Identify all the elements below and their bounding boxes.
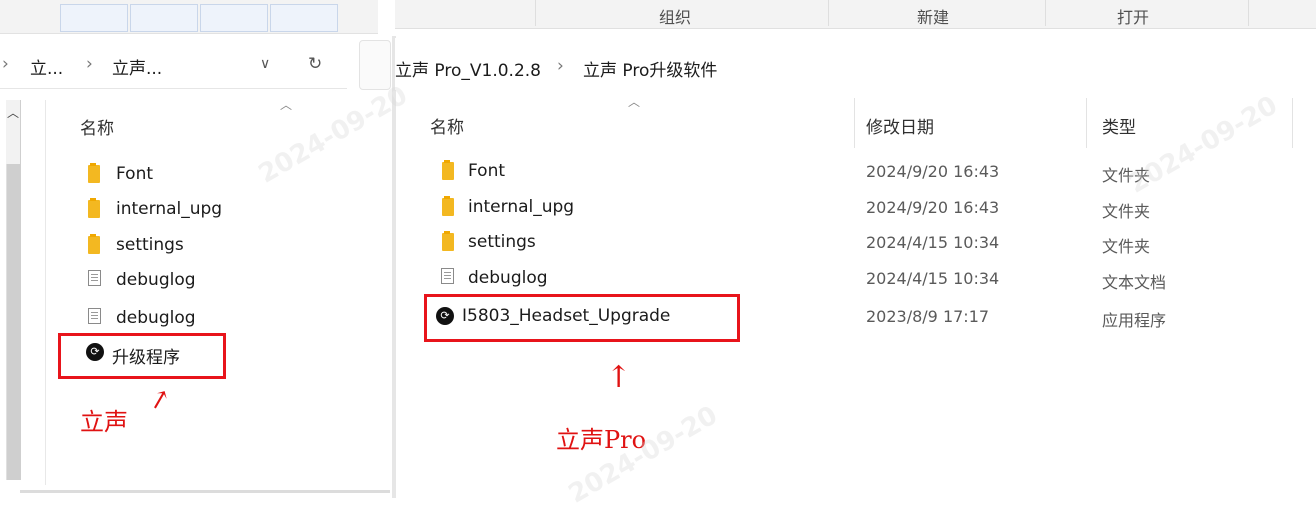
column-header-name[interactable]: 名称	[80, 114, 114, 139]
file-name[interactable]: debuglog	[116, 308, 196, 328]
file-type: 文件夹	[1102, 202, 1151, 221]
file-name[interactable]: settings	[468, 232, 536, 252]
column-header-name[interactable]: 名称	[430, 113, 464, 138]
chevron-up-icon: ︿	[7, 106, 20, 120]
column-separator	[1292, 98, 1293, 148]
chevron-down-icon[interactable]: ∨	[260, 56, 270, 72]
modified-date: 2024/9/20 16:43	[866, 162, 1000, 181]
right-command-bar: 组织 新建 打开	[395, 0, 1316, 29]
menu-organize[interactable]: 组织	[659, 4, 691, 28]
modified-date: 2024/9/20 16:43	[866, 198, 1000, 217]
annotation-label: 立声	[80, 408, 128, 436]
column-header-type[interactable]: 类型	[1102, 113, 1136, 138]
modified-date: 2023/8/9 17:17	[866, 307, 990, 326]
menu-new[interactable]: 新建	[917, 4, 949, 28]
left-pane-divider	[45, 100, 46, 485]
breadcrumb-item[interactable]: 立声...	[112, 54, 162, 79]
left-window-bottom-edge	[20, 490, 390, 493]
left-scrollbar-up[interactable]: ︿	[6, 100, 20, 164]
folder-icon	[442, 231, 454, 251]
file-name[interactable]: debuglog	[468, 268, 548, 288]
watermark: 2024-09-20	[563, 400, 723, 510]
column-separator	[1086, 98, 1087, 148]
sort-arrow-icon: ︿	[628, 95, 641, 109]
file-name[interactable]: Font	[116, 164, 153, 184]
text-document-icon	[88, 308, 101, 324]
sort-arrow-icon: ︿	[280, 98, 293, 112]
file-name[interactable]: debuglog	[116, 270, 196, 290]
watermark: 2024-09-20	[253, 80, 413, 190]
left-tab-placeholder[interactable]	[130, 4, 198, 32]
column-header-modified[interactable]: 修改日期	[866, 113, 934, 138]
search-box-edge[interactable]	[359, 40, 391, 90]
folder-icon	[88, 163, 100, 183]
folder-icon	[442, 196, 454, 216]
modified-date: 2024/4/15 10:34	[866, 269, 1000, 288]
watermark: 2024-09-20	[1123, 90, 1283, 200]
breadcrumb-item[interactable]: 立声 Pro_V1.0.2.8	[395, 56, 541, 81]
text-document-icon	[88, 270, 101, 286]
left-toolbar-strip	[0, 0, 378, 34]
file-type: 应用程序	[1102, 311, 1167, 330]
arrow-icon: ↑	[606, 360, 632, 395]
modified-date: 2024/4/15 10:34	[866, 233, 1000, 252]
left-tab-placeholder[interactable]	[200, 4, 268, 32]
menu-open[interactable]: 打开	[1117, 4, 1149, 28]
highlight-box	[424, 294, 740, 342]
breadcrumb-item[interactable]: 立...	[30, 54, 63, 79]
arrow-icon: ↑	[141, 382, 176, 420]
left-tab-placeholder[interactable]	[270, 4, 338, 32]
breadcrumb-item[interactable]: 立声 Pro升级软件	[583, 56, 717, 81]
breadcrumb-separator: ›	[2, 54, 9, 74]
file-name[interactable]: internal_upg	[468, 197, 574, 217]
left-address-bar[interactable]: › 立... › 立声... ∨ ↻	[0, 40, 347, 89]
folder-icon	[442, 160, 454, 180]
folder-icon	[88, 198, 100, 218]
right-address-bar[interactable]: 立声 Pro_V1.0.2.8 › 立声 Pro升级软件	[395, 38, 1316, 90]
file-name[interactable]: internal_upg	[116, 199, 222, 219]
folder-icon	[88, 234, 100, 254]
file-name[interactable]: settings	[116, 235, 184, 255]
column-separator	[854, 98, 855, 148]
refresh-icon[interactable]: ↻	[308, 54, 322, 74]
file-type: 文本文档	[1102, 273, 1167, 292]
highlight-box	[58, 333, 226, 379]
left-tab-placeholder[interactable]	[60, 4, 128, 32]
breadcrumb-separator: ›	[557, 56, 564, 76]
file-type: 文件夹	[1102, 237, 1151, 256]
text-document-icon	[441, 268, 454, 284]
file-name[interactable]: Font	[468, 161, 505, 181]
breadcrumb-separator: ›	[86, 54, 93, 74]
